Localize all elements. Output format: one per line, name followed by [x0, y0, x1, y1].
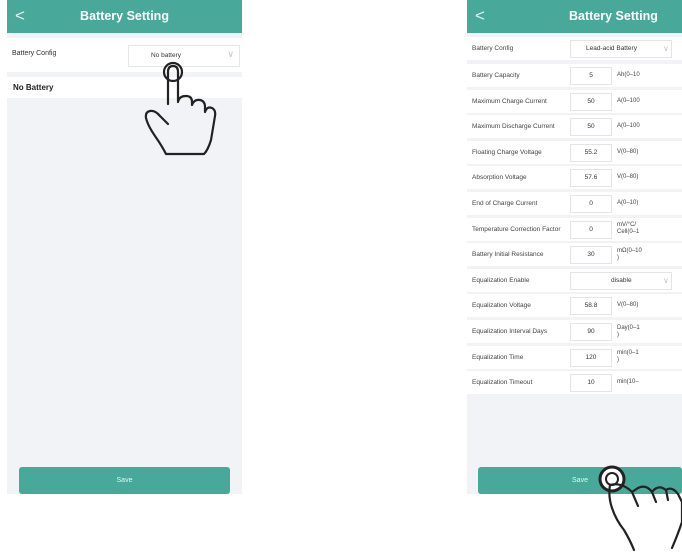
chevron-down-icon: ∨	[227, 49, 234, 59]
setting-unit: min(0–1 )	[617, 350, 639, 364]
page-title: Battery Setting	[80, 9, 169, 23]
setting-unit: A(0–100	[617, 123, 640, 130]
setting-unit: min(10–	[617, 379, 639, 386]
battery-config-value: Lead-acid Battery	[586, 45, 637, 52]
setting-input[interactable]: 120	[570, 348, 612, 367]
setting-input[interactable]: 10	[570, 374, 612, 393]
page-title: Battery Setting	[569, 9, 658, 23]
setting-select[interactable]: disable ∨	[570, 271, 672, 290]
battery-config-select[interactable]: Lead-acid Battery ∨	[570, 40, 672, 58]
setting-input[interactable]: 57.6	[570, 169, 612, 188]
battery-config-label: Battery Config	[12, 50, 57, 57]
setting-label: Equalization Time	[472, 353, 524, 361]
setting-label: Battery Initial Resistance	[472, 251, 544, 259]
setting-unit: mV/°C/ Cell(0–1	[617, 222, 640, 236]
setting-input[interactable]: 55.2	[570, 143, 612, 162]
setting-input[interactable]: 30	[570, 246, 612, 265]
setting-label: Equalization Enable	[472, 276, 530, 284]
save-button[interactable]: Save	[19, 467, 230, 494]
header-bar: < Battery Setting	[7, 0, 242, 33]
battery-config-value: No battery	[151, 52, 181, 59]
setting-label: Equalization Interval Days	[472, 328, 548, 335]
setting-label: End of Charge Current	[472, 200, 538, 207]
setting-label: Absorption Voltage	[472, 174, 527, 182]
battery-config-row: Battery Config No battery ∨	[7, 38, 242, 72]
setting-unit: V(0–80)	[617, 174, 639, 181]
header-bar: < Battery Setting	[467, 0, 682, 33]
setting-row: Absorption Voltage 57.6 V(0–80)	[467, 166, 682, 190]
setting-row: Maximum Discharge Current 50 A(0–100	[467, 115, 682, 139]
battery-config-select[interactable]: No battery ∨	[128, 45, 240, 67]
battery-config-label: Battery Config	[472, 45, 514, 52]
setting-input[interactable]: 50	[570, 92, 612, 111]
setting-row: Battery Initial Resistance 30 mΩ(0–10 )	[467, 243, 682, 267]
setting-row: Equalization Timeout 10 min(10–	[467, 371, 682, 395]
setting-unit: V(0–80)	[617, 148, 639, 155]
setting-input[interactable]: 58.8	[570, 297, 612, 316]
setting-row: Equalization Time 120 min(0–1 )	[467, 345, 682, 369]
battery-setting-screen-no-battery: < Battery Setting Battery Config No batt…	[7, 0, 242, 494]
setting-label: Temperature Correction Factor	[472, 225, 561, 233]
setting-label: Equalization Voltage	[472, 302, 531, 310]
setting-input[interactable]: 90	[570, 323, 612, 341]
setting-row: Equalization Enable disable ∨	[467, 268, 682, 292]
setting-row: Equalization Voltage 58.8 V(0–80)	[467, 294, 682, 318]
setting-unit: Ah(0–10	[617, 72, 640, 78]
battery-setting-screen-lead-acid: < Battery Setting Battery Config Lead-ac…	[467, 0, 682, 494]
setting-row: Maximum Charge Current 50 A(0–100	[467, 89, 682, 113]
battery-config-row: Battery Config Lead-acid Battery ∨	[467, 37, 682, 60]
setting-input[interactable]: 0	[570, 220, 612, 239]
setting-label: Equalization Timeout	[472, 379, 533, 387]
setting-input[interactable]: 0	[570, 195, 612, 213]
setting-select-value: disable	[611, 276, 632, 284]
setting-label: Floating Charge Voltage	[472, 148, 542, 156]
setting-row: End of Charge Current 0 A(0–10)	[467, 192, 682, 215]
battery-status-row: No Battery	[7, 77, 242, 98]
setting-unit: A(0–100	[617, 97, 640, 104]
setting-label: Maximum Charge Current	[472, 97, 547, 105]
chevron-down-icon: ∨	[663, 275, 669, 285]
setting-unit: Day(0–1 )	[617, 324, 640, 338]
save-button[interactable]: Save	[478, 467, 682, 494]
setting-unit: mΩ(0–10 )	[617, 247, 642, 261]
setting-row: Temperature Correction Factor 0 mV/°C/ Cel…	[467, 217, 682, 241]
setting-unit: A(0–10)	[617, 200, 639, 206]
battery-status-text: No Battery	[13, 83, 54, 92]
chevron-down-icon: ∨	[663, 44, 669, 53]
setting-row: Floating Charge Voltage 55.2 V(0–80)	[467, 140, 682, 164]
setting-row: Equalization Interval Days 90 Day(0–1 )	[467, 320, 682, 343]
setting-label: Battery Capacity	[472, 72, 520, 79]
setting-input[interactable]: 5	[570, 67, 612, 85]
setting-unit: V(0–80)	[617, 302, 639, 309]
setting-label: Maximum Discharge Current	[472, 123, 555, 131]
setting-input[interactable]: 50	[570, 118, 612, 137]
setting-row: Battery Capacity 5 Ah(0–10	[467, 64, 682, 87]
